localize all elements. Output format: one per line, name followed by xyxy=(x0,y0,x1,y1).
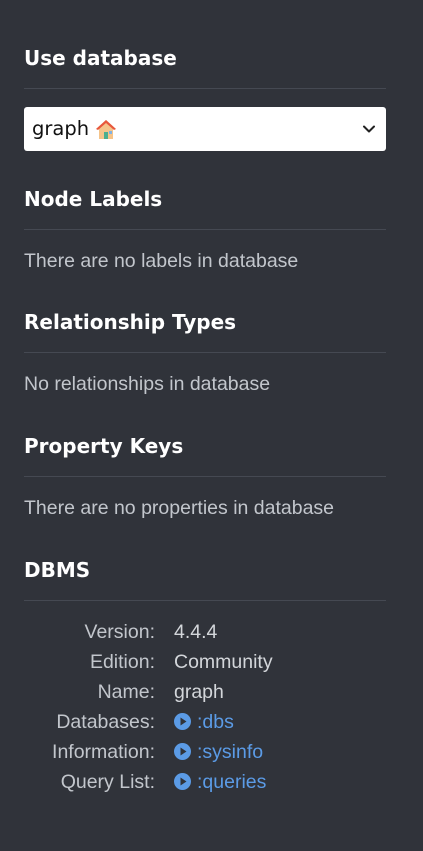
property-keys-empty-text: There are no properties in database xyxy=(24,497,335,519)
query-list-label: Query List: xyxy=(60,771,155,793)
property-keys-title: Property Keys xyxy=(24,434,184,458)
use-database-title: Use database xyxy=(24,46,177,70)
version-label: Version: xyxy=(84,621,155,643)
node-labels-empty-text: There are no labels in database xyxy=(24,250,299,272)
databases-command-text: :dbs xyxy=(197,711,234,733)
divider xyxy=(24,229,386,230)
version-value: 4.4.4 xyxy=(174,621,218,643)
node-labels-title: Node Labels xyxy=(24,187,163,211)
dbms-row-databases: Databases: :dbs xyxy=(24,710,386,740)
name-value: graph xyxy=(174,681,224,703)
play-circle-icon xyxy=(174,743,191,760)
sysinfo-command-text: :sysinfo xyxy=(197,741,264,763)
database-select[interactable]: graph xyxy=(24,107,386,151)
name-label: Name: xyxy=(97,681,155,703)
chevron-down-icon xyxy=(363,125,375,133)
play-circle-icon xyxy=(174,713,191,730)
divider xyxy=(24,476,386,477)
divider xyxy=(24,88,386,89)
dbms-title: DBMS xyxy=(24,558,91,582)
dbms-row-query-list: Query List: :queries xyxy=(24,770,386,800)
dbms-row-edition: Edition: Community xyxy=(24,650,386,680)
relationship-types-title: Relationship Types xyxy=(24,310,237,334)
edition-label: Edition: xyxy=(89,651,155,673)
queries-command-text: :queries xyxy=(197,771,267,793)
information-label: Information: xyxy=(52,741,155,763)
databases-label: Databases: xyxy=(56,711,155,733)
database-select-value: graph xyxy=(32,117,90,140)
sysinfo-command-link[interactable]: :sysinfo xyxy=(174,740,263,764)
divider xyxy=(24,352,386,353)
dbms-row-information: Information: :sysinfo xyxy=(24,740,386,770)
play-circle-icon xyxy=(174,773,191,790)
relationship-types-empty-text: No relationships in database xyxy=(24,373,271,395)
house-icon xyxy=(96,120,116,139)
queries-command-link[interactable]: :queries xyxy=(174,770,266,794)
edition-value: Community xyxy=(174,651,273,673)
dbms-row-name: Name: graph xyxy=(24,680,386,710)
dbms-row-version: Version: 4.4.4 xyxy=(24,620,386,650)
databases-command-link[interactable]: :dbs xyxy=(174,710,234,734)
divider xyxy=(24,600,386,601)
